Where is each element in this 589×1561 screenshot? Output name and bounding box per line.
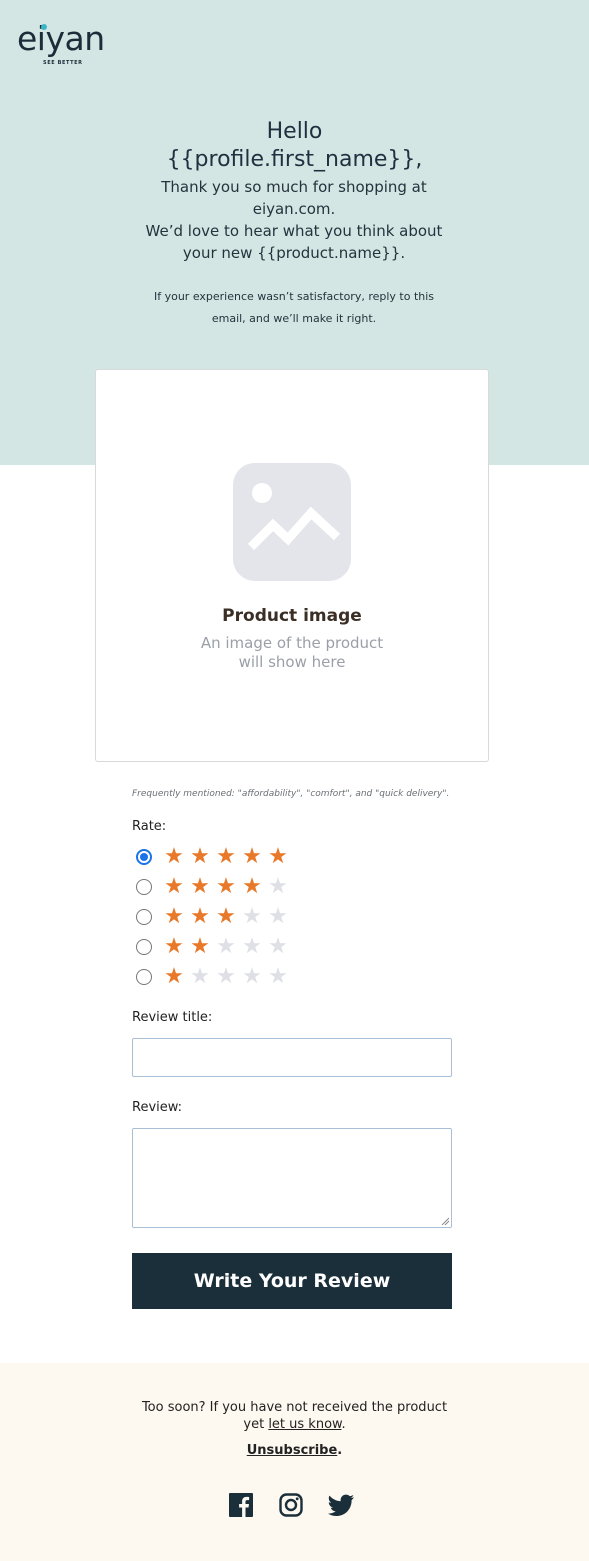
star-filled-icon: ★	[242, 874, 262, 899]
thank-you-text: Thank you so much for shopping at eiyan.…	[144, 176, 444, 264]
star-empty-icon: ★	[242, 904, 262, 929]
thanks-line: Thank you so much for shopping at eiyan.…	[161, 178, 427, 218]
star-filled-icon: ★	[164, 964, 184, 989]
logo-wordmark: eiyan	[17, 19, 105, 58]
twitter-icon[interactable]	[327, 1492, 355, 1518]
rating-radio[interactable]	[136, 909, 152, 925]
write-review-button[interactable]: Write Your Review	[132, 1253, 452, 1309]
star-filled-icon: ★	[216, 874, 236, 899]
unsubscribe-link[interactable]: Unsubscribe	[247, 1443, 338, 1458]
logo-dot	[41, 24, 47, 30]
star-filled-icon: ★	[242, 844, 262, 869]
star-filled-icon: ★	[164, 934, 184, 959]
ask-line: We’d love to hear what you think about y…	[145, 222, 443, 262]
star-filled-icon: ★	[164, 844, 184, 869]
review-label: Review:	[132, 1100, 183, 1115]
product-image-subtitle-line2: will show here	[238, 653, 346, 671]
instagram-icon[interactable]	[278, 1492, 304, 1518]
too-soon-text: Too soon? If you have not received the p…	[130, 1399, 459, 1433]
rating-radio[interactable]	[136, 849, 152, 865]
star-empty-icon: ★	[268, 964, 288, 989]
rating-option-4[interactable]: ★ ★ ★ ★ ★	[136, 874, 291, 900]
eiyan-logo[interactable]: eiyan SEE BETTER	[17, 19, 105, 67]
resize-handle-icon[interactable]	[441, 1217, 449, 1225]
rating-radio[interactable]	[136, 969, 152, 985]
facebook-icon[interactable]	[228, 1492, 254, 1518]
review-textarea[interactable]	[132, 1128, 452, 1228]
rating-option-1[interactable]: ★ ★ ★ ★ ★	[136, 964, 291, 990]
star-empty-icon: ★	[268, 934, 288, 959]
star-filled-icon: ★	[190, 874, 210, 899]
star-empty-icon: ★	[190, 964, 210, 989]
star-filled-icon: ★	[216, 844, 236, 869]
review-title-input[interactable]	[132, 1038, 452, 1077]
star-empty-icon: ★	[268, 874, 288, 899]
review-title-label: Review title:	[132, 1010, 213, 1025]
star-empty-icon: ★	[242, 934, 262, 959]
frequently-mentioned-text: Frequently mentioned: "affordability", "…	[132, 789, 450, 799]
satisfaction-note: If your experience wasn’t satisfactory, …	[153, 290, 435, 325]
unsubscribe-period: .	[337, 1443, 343, 1458]
let-us-know-link[interactable]: let us know	[268, 1417, 341, 1432]
product-image-title: Product image	[222, 606, 362, 626]
product-image-subtitle: An image of the product will show here	[96, 634, 488, 672]
star-filled-icon: ★	[190, 904, 210, 929]
product-image-subtitle-line1: An image of the product	[200, 634, 384, 652]
star-empty-icon: ★	[242, 964, 262, 989]
footer: Too soon? If you have not received the p…	[0, 1363, 589, 1561]
star-filled-icon: ★	[190, 934, 210, 959]
greeting-name: {{profile.first_name}},	[166, 147, 423, 172]
rating-option-3[interactable]: ★ ★ ★ ★ ★	[136, 904, 291, 930]
image-placeholder-icon	[233, 463, 351, 581]
star-filled-icon: ★	[190, 844, 210, 869]
product-image-card: Product image An image of the product wi…	[95, 369, 489, 762]
star-filled-icon: ★	[164, 904, 184, 929]
greeting-heading: Hello	[266, 119, 323, 144]
rating-option-2[interactable]: ★ ★ ★ ★ ★	[136, 934, 291, 960]
unsubscribe-line: Unsubscribe.	[0, 1443, 589, 1458]
star-empty-icon: ★	[216, 964, 236, 989]
star-empty-icon: ★	[268, 904, 288, 929]
star-filled-icon: ★	[216, 904, 236, 929]
logo-tagline: SEE BETTER	[43, 60, 83, 66]
rating-radio[interactable]	[136, 939, 152, 955]
star-empty-icon: ★	[216, 934, 236, 959]
star-filled-icon: ★	[268, 844, 288, 869]
star-filled-icon: ★	[164, 874, 184, 899]
rating-option-5[interactable]: ★ ★ ★ ★ ★	[136, 844, 291, 870]
rating-radio[interactable]	[136, 879, 152, 895]
rate-label: Rate:	[132, 819, 167, 834]
too-soon-period: .	[341, 1417, 346, 1432]
